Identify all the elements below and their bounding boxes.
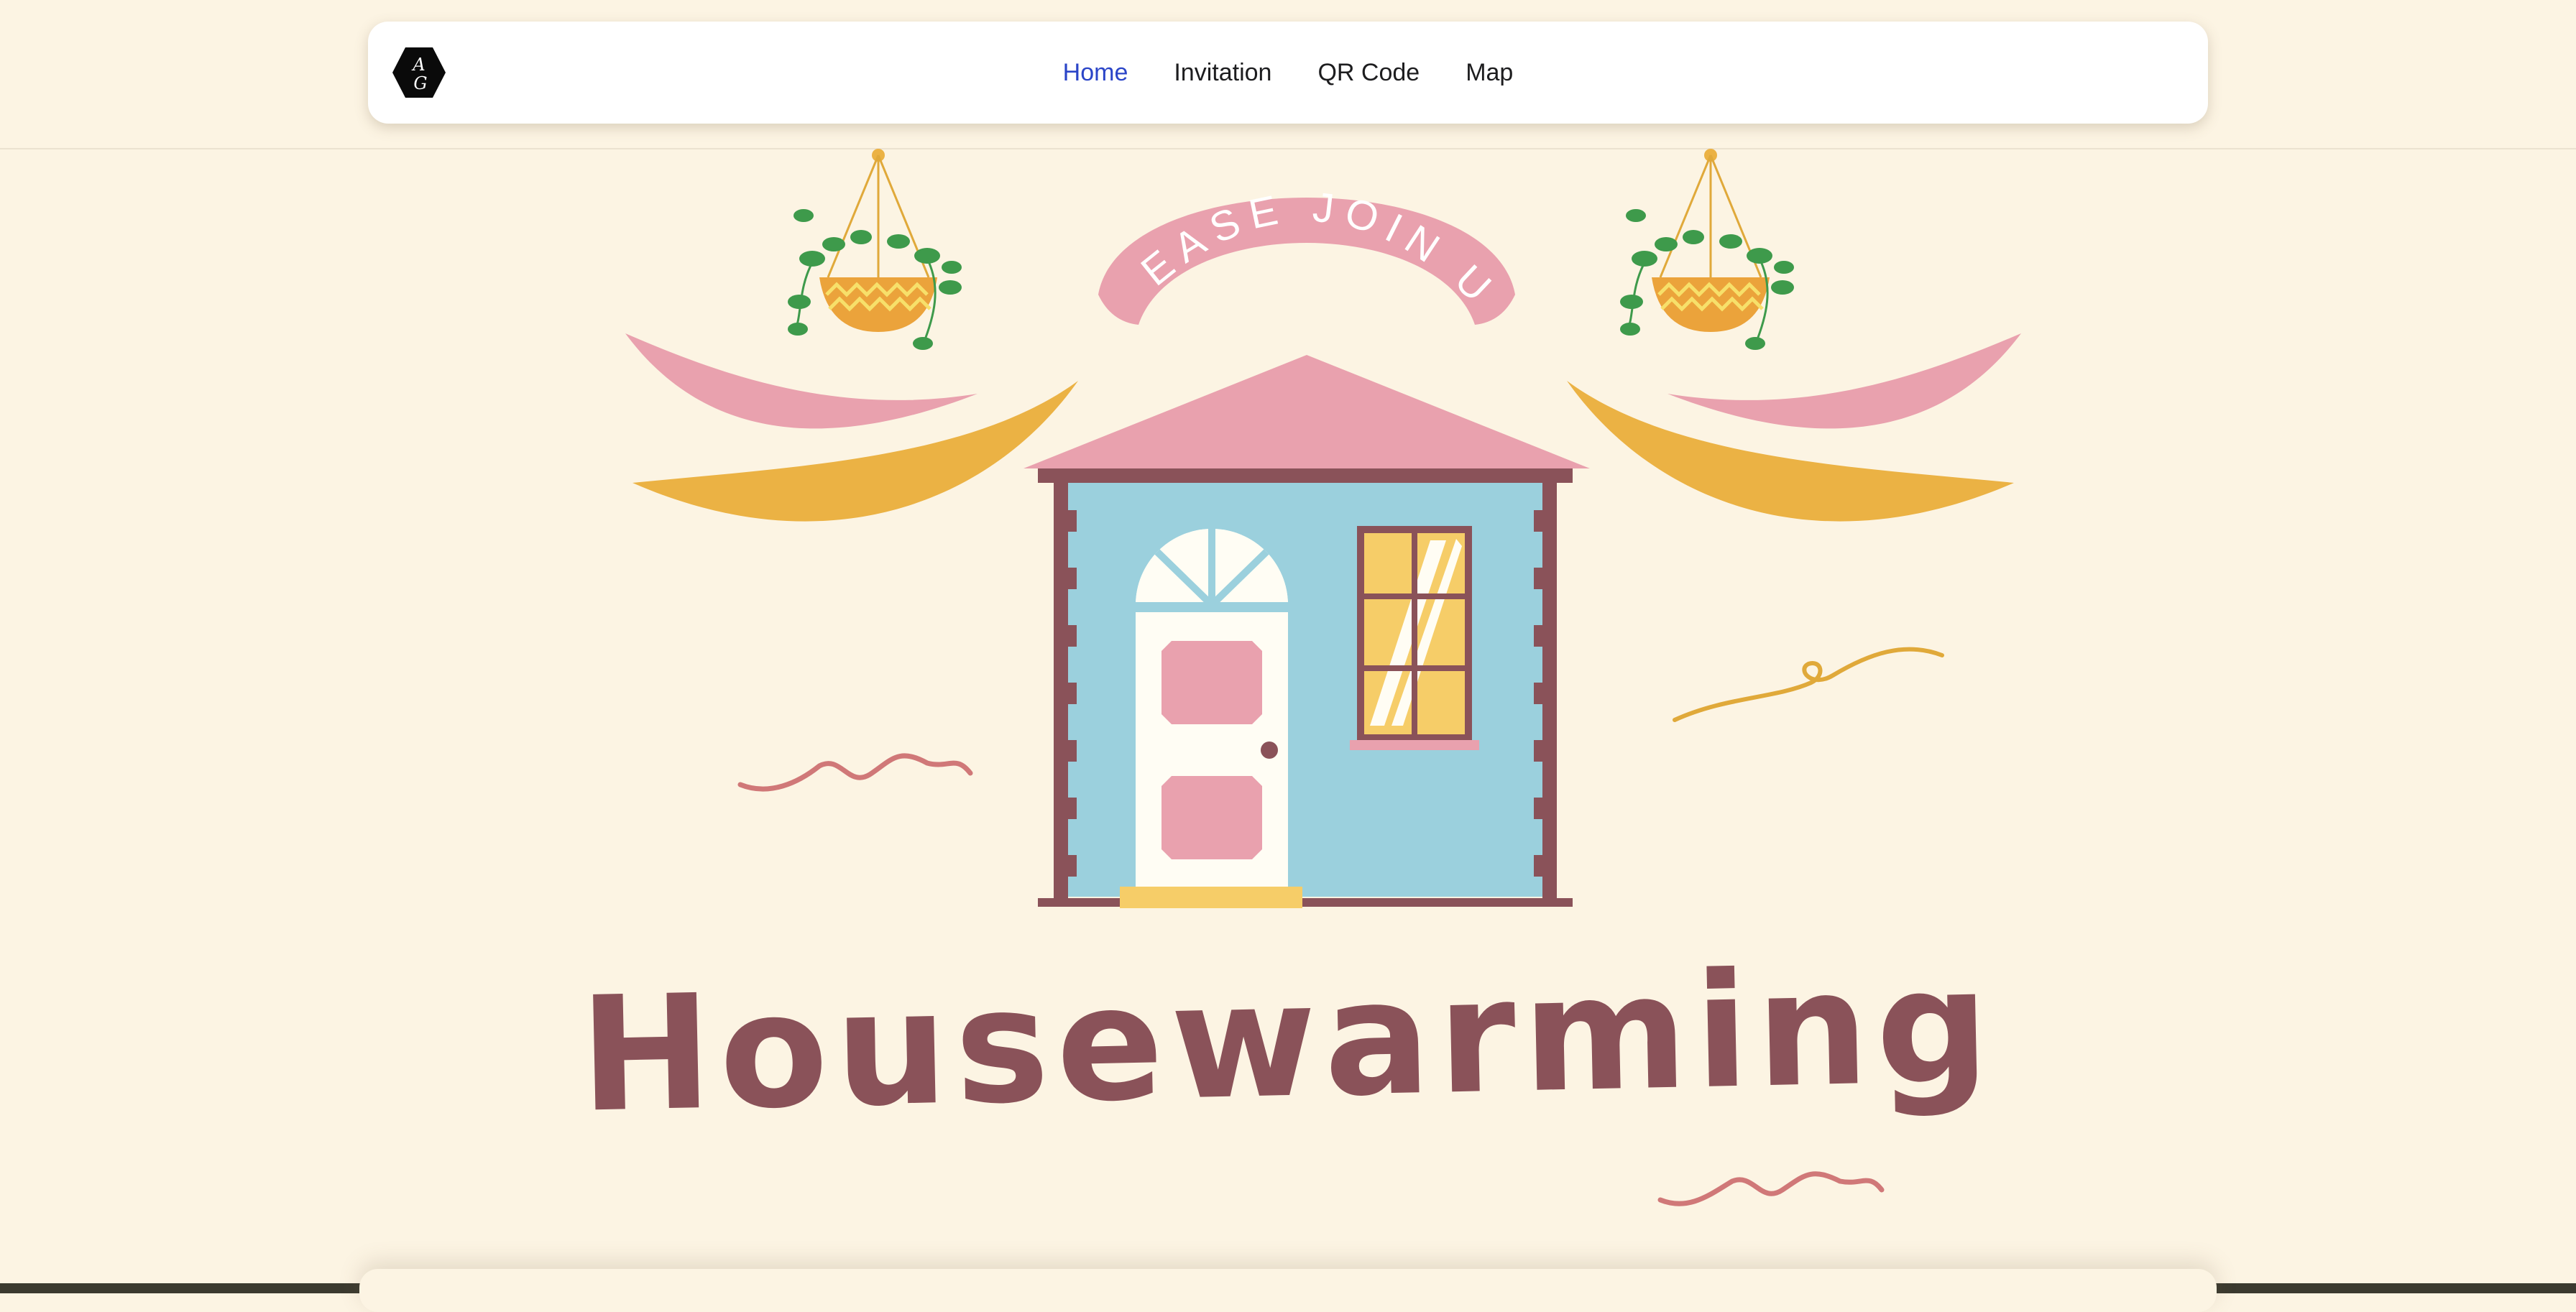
right-pink-swoosh	[1668, 333, 2021, 429]
main-nav: Home Invitation QR Code Map	[368, 22, 2208, 124]
house	[1024, 355, 1590, 908]
nav-invitation-link[interactable]: Invitation	[1174, 53, 1271, 93]
navigation-card: A G Home Invitation QR Code Map	[368, 22, 2208, 124]
right-hanging-plant	[1620, 149, 1794, 350]
nav-home-link[interactable]: Home	[1063, 53, 1128, 93]
hero-section: PLEASE JOIN US	[0, 148, 2576, 1269]
house-door	[1120, 529, 1302, 908]
house-window	[1350, 526, 1479, 750]
left-squiggle	[737, 753, 973, 792]
nav-map-link[interactable]: Map	[1466, 53, 1513, 93]
nav-qr-code-link[interactable]: QR Code	[1317, 53, 1420, 93]
top-navigation-bar: A G Home Invitation QR Code Map	[0, 0, 2576, 149]
left-hanging-plant	[788, 149, 962, 350]
next-section-card	[359, 1269, 2217, 1312]
bottom-right-squiggle	[1657, 1171, 1885, 1206]
right-loop-squiggle	[1673, 647, 1944, 722]
